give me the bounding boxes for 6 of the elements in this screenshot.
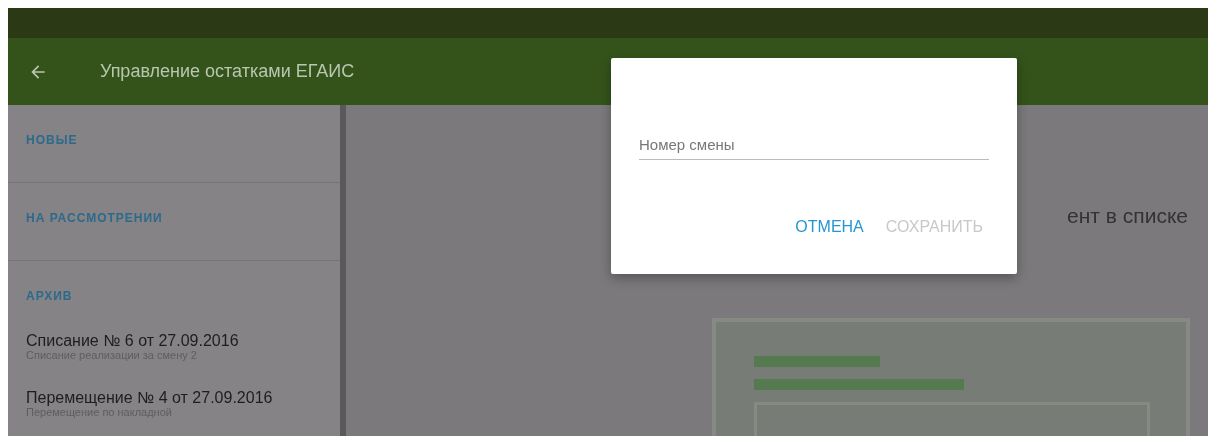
section-header[interactable]: НОВЫЕ <box>26 133 78 147</box>
section-header[interactable]: АРХИВ <box>26 289 73 303</box>
section-header[interactable]: НА РАССМОТРЕНИИ <box>26 211 163 225</box>
dialog-button[interactable]: ОТМЕНА <box>789 214 870 240</box>
empty-list-message: ент в списке <box>1067 204 1188 228</box>
app-title: Управление остатками ЕГАИС <box>100 61 355 82</box>
